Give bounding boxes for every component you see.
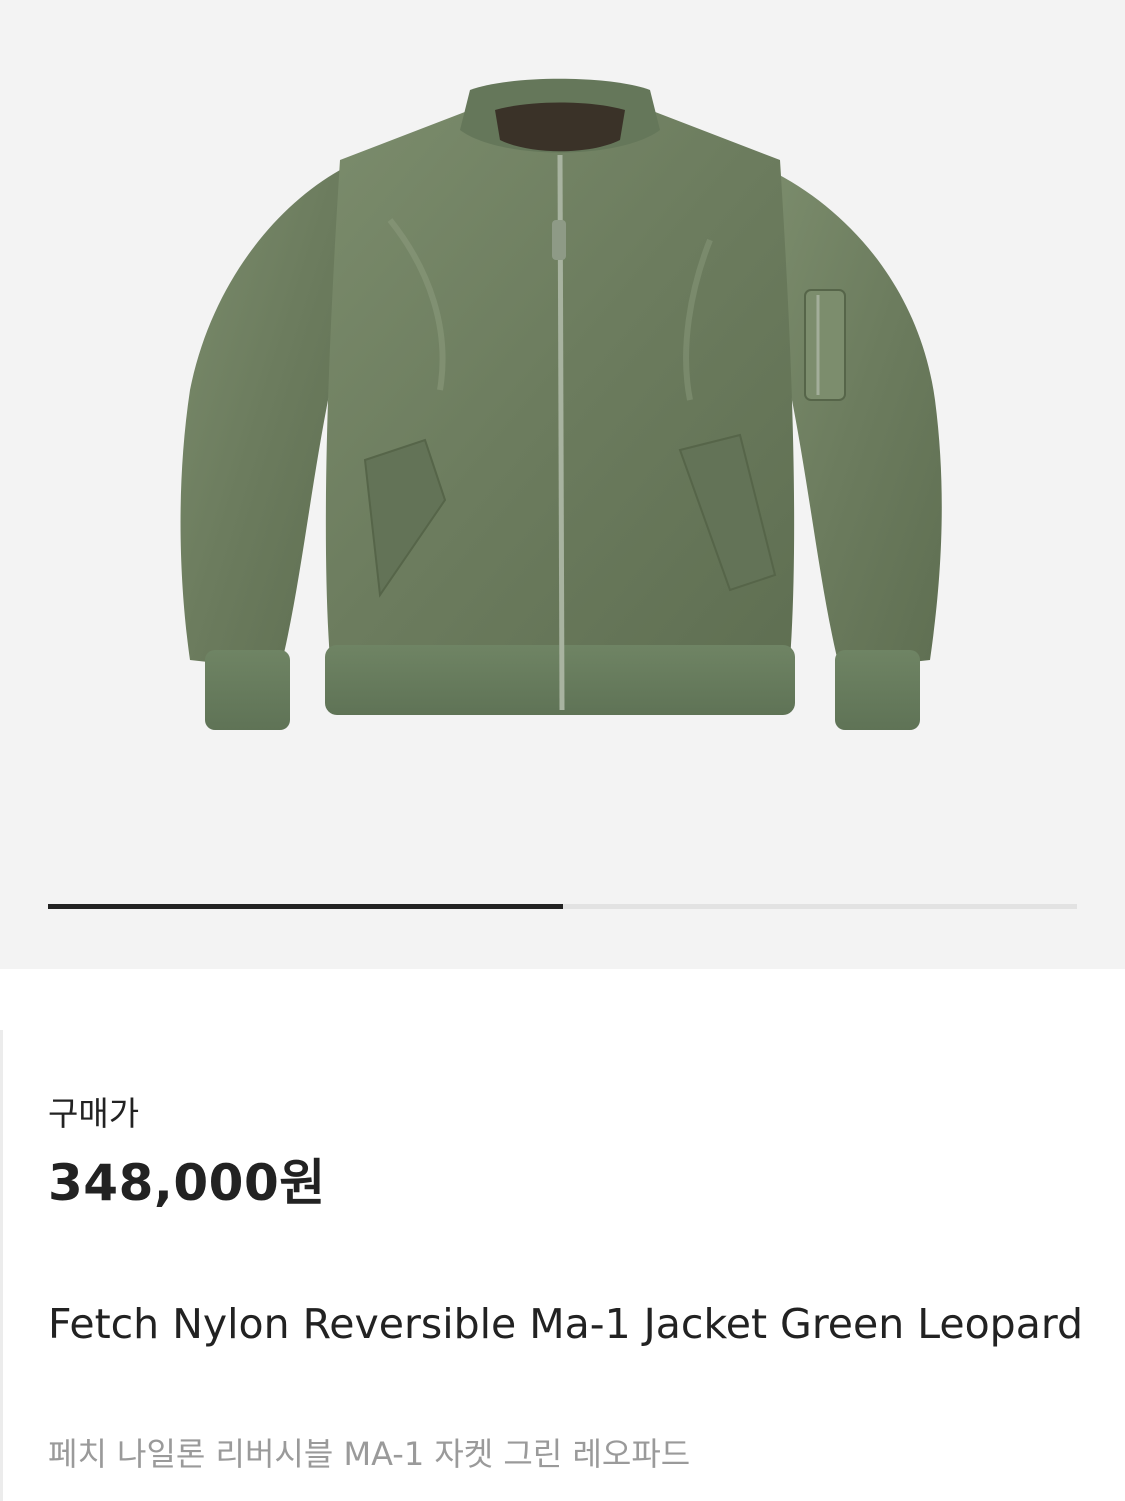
divider <box>0 1030 3 1501</box>
product-name-english: Fetch Nylon Reversible Ma-1 Jacket Green… <box>48 1300 1083 1348</box>
image-progress-fill <box>48 904 563 909</box>
product-image[interactable] <box>150 70 970 750</box>
price-label: 구매가 <box>48 1094 140 1133</box>
product-name-korean: 페치 나일론 리버시블 MA-1 자켓 그린 레오파드 <box>48 1435 691 1473</box>
image-progress-bar <box>48 904 1077 909</box>
product-image-carousel[interactable] <box>0 0 1125 969</box>
product-price: 348,000원 <box>48 1154 326 1212</box>
